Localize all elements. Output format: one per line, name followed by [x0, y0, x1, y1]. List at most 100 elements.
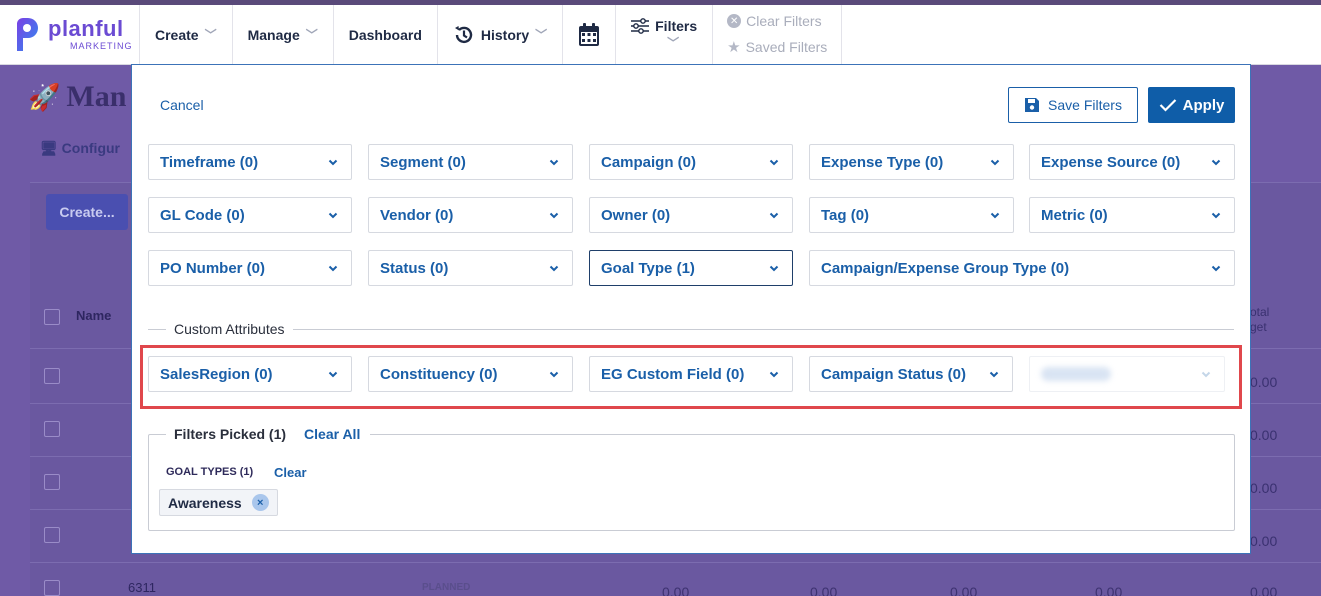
background-cell-value: 0.00: [950, 584, 978, 596]
chevron-down-icon: [1211, 212, 1221, 219]
po-number-dropdown[interactable]: PO Number (0): [148, 250, 352, 286]
goal-type-dropdown[interactable]: Goal Type (1): [589, 250, 793, 286]
campaign-dropdown[interactable]: Campaign (0): [589, 144, 793, 180]
chevron-down-icon: ﹀: [305, 28, 318, 42]
nav-manage[interactable]: Manage ﹀: [233, 5, 334, 64]
nav-manage-label: Manage: [247, 26, 300, 43]
background-page-title: 🚀 Man: [28, 80, 127, 113]
star-icon: ★: [727, 39, 741, 56]
monitor-icon: 🖥: [40, 140, 58, 156]
apply-label: Apply: [1182, 96, 1225, 114]
filters-modal: Cancel Save Filters Apply Timeframe (0) …: [131, 64, 1251, 554]
chevron-down-icon: [549, 159, 559, 166]
filters-picked-legend: Filters Picked (1) Clear All: [166, 426, 371, 442]
status-dropdown[interactable]: Status (0): [368, 250, 573, 286]
filters-picked-label: Filters Picked (1): [174, 426, 287, 442]
tag-dropdown[interactable]: Tag (0): [809, 197, 1014, 233]
background-cell-value: 0.00: [1095, 584, 1123, 596]
background-row-checkbox: [44, 421, 60, 437]
chip-label: Awareness: [168, 494, 242, 511]
dropdown-label: Campaign (0): [601, 153, 697, 171]
custom-attributes-highlight: [140, 345, 1242, 409]
dropdown-label: Expense Source (0): [1041, 153, 1181, 171]
background-row-checkbox: [44, 368, 60, 384]
planful-logo[interactable]: planful MARKETING: [0, 5, 140, 64]
expense-source-dropdown[interactable]: Expense Source (0): [1029, 144, 1235, 180]
chevron-down-icon: [549, 212, 559, 219]
background-row-checkbox: [44, 474, 60, 490]
nav-dashboard[interactable]: Dashboard: [334, 5, 438, 64]
background-row-checkbox: [44, 580, 60, 596]
dropdown-label: Campaign/Expense Group Type (0): [821, 259, 1070, 277]
dropdown-label: Tag (0): [821, 206, 870, 224]
background-cell-value: 0.00: [1250, 533, 1278, 549]
background-configure-link: 🖥 Configur: [40, 140, 120, 156]
cancel-button[interactable]: Cancel: [160, 97, 204, 113]
dropdown-label: Status (0): [380, 259, 449, 277]
timeframe-dropdown[interactable]: Timeframe (0): [148, 144, 352, 180]
chevron-down-icon: [549, 265, 559, 272]
chevron-down-icon: ﹀: [204, 28, 217, 42]
dropdown-label: Vendor (0): [380, 206, 454, 224]
logo-name: planful: [48, 16, 124, 41]
calendar-icon: [579, 22, 600, 46]
floppy-disk-icon: [1025, 98, 1040, 112]
apply-button[interactable]: Apply: [1148, 87, 1235, 123]
goal-types-label: GOAL TYPES (1): [166, 466, 254, 478]
chevron-down-icon: ﹀: [535, 28, 548, 42]
awareness-chip: Awareness ×: [159, 489, 278, 516]
dropdown-label: Segment (0): [380, 153, 466, 171]
background-row-checkbox: [44, 527, 60, 543]
chevron-down-icon: [990, 159, 1000, 166]
background-cell-value: 0.00: [662, 584, 690, 596]
top-navigation-bar: planful MARKETING Create ﹀ Manage ﹀ Dash…: [0, 5, 1321, 65]
background-cell-value: 0.00: [810, 584, 838, 596]
background-total-header-2: get: [1250, 320, 1267, 334]
nav-create[interactable]: Create ﹀: [140, 5, 233, 64]
nav-history-label: History: [480, 26, 530, 43]
background-cell-value: 0.00: [1250, 480, 1278, 496]
segment-dropdown[interactable]: Segment (0): [368, 144, 573, 180]
nav-history[interactable]: History ﹀: [438, 5, 564, 64]
background-row-code: 6311: [128, 580, 156, 595]
metric-dropdown[interactable]: Metric (0): [1029, 197, 1235, 233]
goal-types-clear-button[interactable]: Clear: [274, 465, 307, 480]
background-cell-value: 0.00: [1250, 427, 1278, 443]
filter-actions: ✕ Clear Filters ★ Saved Filters: [713, 5, 843, 64]
chevron-down-icon: [769, 159, 779, 166]
background-cell-value: 0.00: [1250, 584, 1278, 596]
close-icon[interactable]: ×: [251, 494, 269, 511]
calendar-button[interactable]: [563, 5, 617, 64]
custom-attributes-divider: [148, 329, 1234, 330]
dropdown-label: Goal Type (1): [601, 259, 695, 277]
background-name-column: Name: [76, 308, 112, 323]
campaign-expense-group-type-dropdown[interactable]: Campaign/Expense Group Type (0): [809, 250, 1235, 286]
dropdown-label: PO Number (0): [160, 259, 266, 277]
chevron-down-icon: [1211, 159, 1221, 166]
logo-subtitle: MARKETING: [70, 41, 133, 51]
dropdown-label: Timeframe (0): [160, 153, 259, 171]
background-row-status: PLANNED: [422, 582, 471, 593]
clear-all-button[interactable]: Clear All: [304, 426, 360, 442]
gl-code-dropdown[interactable]: GL Code (0): [148, 197, 352, 233]
sliders-icon: [631, 18, 650, 34]
chevron-down-icon: ﹀: [667, 36, 680, 50]
custom-attributes-label: Custom Attributes: [166, 321, 293, 337]
background-total-header: otal: [1250, 305, 1270, 319]
nav-filters[interactable]: Filters ﹀: [616, 5, 714, 64]
clear-filters-button[interactable]: ✕ Clear Filters: [727, 13, 827, 29]
background-cell-value: 0.00: [1250, 374, 1278, 390]
nav-create-label: Create: [155, 26, 199, 43]
background-header-checkbox: [44, 309, 60, 325]
chevron-down-icon: [328, 159, 338, 166]
history-icon: [454, 25, 473, 43]
owner-dropdown[interactable]: Owner (0): [589, 197, 793, 233]
saved-filters-button[interactable]: ★ Saved Filters: [727, 38, 827, 56]
expense-type-dropdown[interactable]: Expense Type (0): [809, 144, 1014, 180]
save-filters-button[interactable]: Save Filters: [1008, 87, 1138, 123]
vendor-dropdown[interactable]: Vendor (0): [368, 197, 573, 233]
dropdown-label: Expense Type (0): [821, 153, 944, 171]
chevron-down-icon: [769, 265, 779, 272]
chevron-down-icon: [328, 265, 338, 272]
saved-filters-label: Saved Filters: [745, 39, 828, 55]
